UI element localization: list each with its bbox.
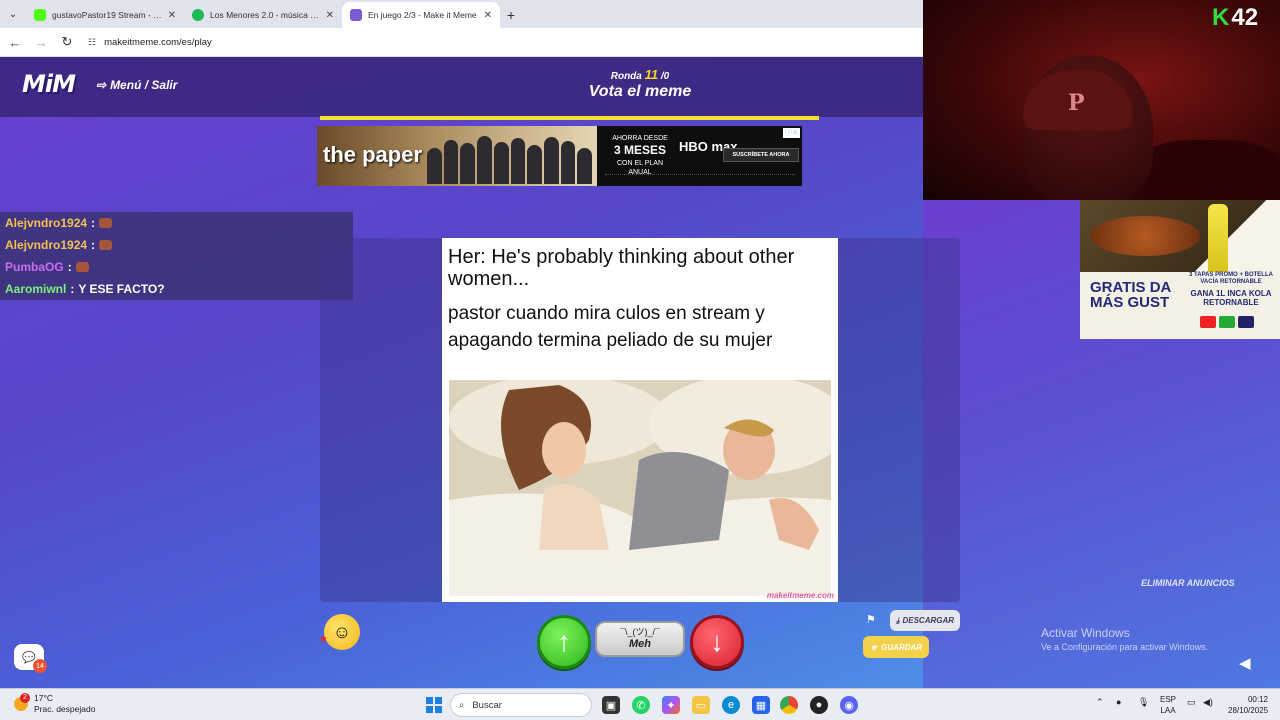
meme-image	[449, 380, 831, 596]
ad-cast-photo	[427, 132, 593, 184]
back-arrow-icon[interactable]: ←	[8, 35, 22, 50]
arrow-down-icon: ↓	[710, 626, 724, 657]
reload-icon[interactable]: ↻	[60, 34, 74, 50]
task-view-icon[interactable]: ▣	[602, 696, 620, 714]
phase-title: Vota el meme	[588, 83, 692, 100]
chat-toggle-button[interactable]: 💬 14	[14, 644, 47, 673]
tab-kick-stream[interactable]: gustavoPastor19 Stream - Watc ✕	[26, 2, 184, 28]
meme-caption: pastor cuando mira culos en stream y apa…	[448, 303, 773, 351]
k42-logo: K 42	[1212, 4, 1259, 31]
round-progress-fill	[320, 116, 819, 120]
tray-app-icon[interactable]: ●	[1116, 697, 1121, 707]
new-tab-plus-icon[interactable]: +	[500, 2, 522, 28]
close-tab-icon[interactable]: ✕	[326, 10, 334, 21]
windows-taskbar: 2 17°C Prac. despejado ⌕ Buscar ▣ ✆ ✦ ▭ …	[0, 688, 1280, 720]
download-button[interactable]: ⤓ DESCARGAR	[890, 610, 960, 631]
tab-make-it-meme[interactable]: En juego 2/3 - Make it Meme ✕	[342, 2, 500, 28]
meh-vote-button[interactable]: ¯\_(ツ)_/¯ Meh	[595, 621, 685, 657]
upvote-button[interactable]: ↑	[537, 615, 591, 669]
ad-promo: 3 TAPAS PROMO + BOTELLA VACÍA RETORNABLE…	[1189, 272, 1273, 307]
remove-ads-link[interactable]: ELIMINAR ANUNCIOS	[1141, 578, 1235, 588]
whatsapp-icon[interactable]: ✆	[632, 696, 650, 714]
streamer-body	[1133, 140, 1280, 200]
edge-icon[interactable]: e	[722, 696, 740, 714]
meme-watermark: makeitmeme.com	[766, 591, 834, 600]
tab-spotify[interactable]: Los Menores 2.0 - música y letr ✕	[184, 2, 342, 28]
chat-count-badge: 14	[33, 659, 47, 673]
network-icon[interactable]: ▭	[1187, 697, 1196, 708]
discord-icon[interactable]: ◉	[840, 696, 858, 714]
store-icon[interactable]: ▦	[752, 696, 770, 714]
url-field[interactable]: ☷ makeitmeme.com/es/play	[88, 37, 212, 48]
ad-brand: the paper	[323, 142, 423, 167]
ad-headline: GRATIS DA MÁS GUST	[1090, 279, 1171, 311]
report-flag-icon[interactable]: ⚑	[866, 613, 876, 626]
ad-fine-print	[605, 174, 795, 182]
meme-card: Her: He's probably thinking about other …	[442, 238, 838, 602]
mim-logo[interactable]: MiM	[22, 70, 76, 98]
weather-widget[interactable]: 2 17°C Prac. despejado	[14, 693, 95, 715]
microphone-icon[interactable]: 🎙	[1138, 697, 1149, 708]
close-tab-icon[interactable]: ✕	[168, 10, 176, 21]
chat-message: Alejvndro1924:	[0, 212, 353, 234]
site-info-icon[interactable]: ☷	[88, 37, 96, 48]
ad-partner-logos	[1200, 316, 1254, 328]
ad-poster: the paper	[317, 126, 597, 186]
ad-bottle-photo	[1208, 204, 1228, 274]
address-bar: ← → ↻ ☷ makeitmeme.com/es/play	[0, 28, 923, 57]
ad-food-photo	[1090, 216, 1200, 256]
chrome-icon[interactable]	[780, 696, 798, 714]
chat-emote-icon	[99, 240, 113, 250]
ad-offer: AHORRA DESDE 3 MESES CON EL PLAN ANUAL H…	[597, 126, 802, 186]
tab-strip: ⌄ gustavoPastor19 Stream - Watc ✕ Los Me…	[0, 0, 923, 28]
reaction-emoji-button[interactable]: ☺ ♥	[320, 614, 360, 650]
chat-message: Alejvndro1924:	[0, 234, 353, 256]
copilot-icon[interactable]: ✦	[662, 696, 680, 714]
heart-icon: ♥	[320, 634, 327, 646]
chat-emote-icon	[75, 262, 89, 272]
round-indicator: Ronda 11 /0	[610, 67, 670, 82]
speaker-icon[interactable]: ◀	[1239, 654, 1251, 672]
close-tab-icon[interactable]: ✕	[484, 10, 492, 21]
file-explorer-icon[interactable]: ▭	[692, 696, 710, 714]
meme-top-text: Her: He's probably thinking about other …	[448, 246, 795, 290]
taskbar-search[interactable]: ⌕ Buscar	[450, 693, 592, 717]
chat-emote-icon	[99, 218, 113, 228]
downvote-button[interactable]: ↓	[690, 615, 744, 669]
volume-icon[interactable]: ◀)	[1203, 697, 1213, 708]
round-progress-bar	[320, 116, 819, 120]
cap-logo-icon: P	[1068, 90, 1085, 116]
tray-chevron-icon[interactable]: ⌃	[1096, 697, 1104, 708]
mim-favicon-icon	[350, 9, 362, 21]
ad-offer-text: AHORRA DESDE 3 MESES CON EL PLAN ANUAL	[612, 135, 668, 176]
download-icon: ⤓	[895, 615, 900, 625]
ad-choices-icon[interactable]: ⓘ✕	[783, 128, 800, 138]
side-ad[interactable]: GRATIS DA MÁS GUST 3 TAPAS PROMO + BOTEL…	[1080, 200, 1280, 339]
menu-exit-button[interactable]: ⇨ Menú / Salir	[96, 78, 177, 92]
tab-search-chevron-icon[interactable]: ⌄	[0, 0, 26, 28]
search-icon: ⌕	[459, 699, 465, 711]
chat-message: PumbaOG:	[0, 256, 353, 278]
star-icon: ★	[869, 642, 878, 652]
windows-start-icon[interactable]	[426, 697, 442, 713]
forward-arrow-icon[interactable]: →	[34, 35, 48, 50]
stream-chat-overlay: Alejvndro1924: Alejvndro1924: PumbaOG: A…	[0, 212, 353, 300]
arrow-up-icon: ↑	[557, 626, 571, 657]
weather-sun-icon: 2	[14, 693, 30, 711]
language-indicator[interactable]: ESP LAA	[1160, 694, 1176, 716]
windows-activation-watermark: Activar Windows Ve a Configuración para …	[1041, 626, 1209, 652]
couple-in-bed-illustration	[449, 380, 831, 596]
kick-favicon-icon	[34, 9, 46, 21]
exit-icon: ⇨	[96, 78, 107, 92]
ad-cta-button[interactable]: SUSCRÍBETE AHORA	[723, 148, 799, 162]
notification-badge: 2	[20, 693, 30, 703]
obs-icon[interactable]: ●	[810, 696, 828, 714]
chat-message: Aaromiwnl: Y ESE FACTO?	[0, 278, 353, 300]
smiley-icon: ☺	[332, 621, 352, 642]
top-banner-ad[interactable]: the paper AHORRA DESDE 3 MESES CON EL PL…	[317, 126, 802, 186]
save-button[interactable]: ★ GUARDAR	[863, 636, 929, 658]
clock[interactable]: 00:12 28/10/2025	[1228, 694, 1268, 716]
spotify-favicon-icon	[192, 9, 204, 21]
